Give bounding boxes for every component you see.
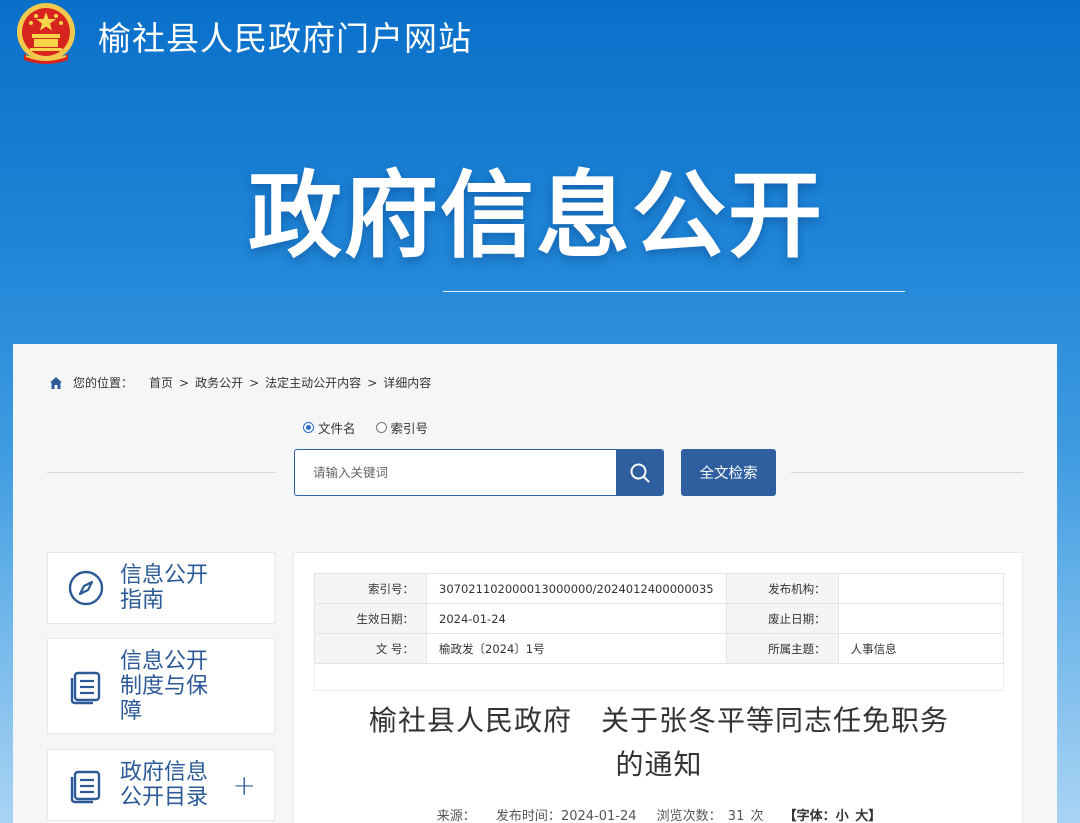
font-large-link[interactable]: 大 — [855, 809, 868, 823]
topic-value: 人事信息 — [837, 633, 1005, 664]
search-type-radios: 文件名 索引号 — [303, 418, 428, 437]
document-meta-table: 索引号： 307021102000013000000/2024012400000… — [314, 573, 1005, 664]
document-title: 榆社县人民政府 关于张冬平等同志任免职务 的通知 — [314, 699, 1004, 787]
document-title-line: 榆社县人民政府 关于张冬平等同志任免职务 — [368, 704, 949, 737]
effective-date-value: 2024-01-24 — [426, 603, 727, 634]
document-content: 索引号： 307021102000013000000/2024012400000… — [293, 552, 1023, 823]
publisher-value — [837, 573, 1005, 604]
radio-unchecked-icon[interactable] — [375, 422, 387, 433]
banner-divider — [443, 291, 905, 292]
sidebar-item-system[interactable]: 信息公开 制度与保障 — [47, 638, 275, 734]
document-info-bar: 来源： 发布时间：2024-01-24 浏览次数： 31 次 【字体：小 大】 — [314, 805, 1004, 823]
publish-date-value: 2024-01-24 — [560, 809, 637, 823]
doc-number-value: 榆政发〔2024〕1号 — [426, 633, 727, 664]
document-list-icon — [70, 671, 101, 705]
main-panel: 您的位置： 首页 > 政务公开 > 法定主动公开内容 > 详细内容 文件名 索引… — [13, 344, 1057, 823]
views-count: 31 — [727, 809, 745, 823]
table-row: 文 号： 榆政发〔2024〕1号 所属主题： 人事信息 — [314, 633, 1005, 664]
breadcrumb-separator: > — [367, 375, 378, 390]
source-label: 来源： — [436, 809, 476, 823]
document-title-line: 的通知 — [615, 748, 703, 781]
sidebar-item-label: 信息公开 指南 — [120, 563, 209, 613]
search-bar — [294, 449, 664, 496]
expire-date-value — [837, 603, 1005, 634]
divider-left — [47, 472, 275, 473]
radio-checked-icon[interactable] — [303, 422, 314, 433]
site-header: 榆社县人民政府门户网站 政府信息公开 — [0, 0, 1080, 340]
index-number-label: 索引号： — [314, 573, 427, 604]
meta-spacer — [314, 663, 1004, 691]
search-button[interactable] — [616, 450, 663, 495]
views-label: 浏览次数： — [656, 809, 722, 823]
search-input[interactable] — [295, 450, 616, 495]
font-small-link[interactable]: 小 — [836, 809, 849, 823]
expand-plus-icon[interactable]: + — [233, 769, 256, 802]
table-row: 生效日期： 2024-01-24 废止日期： — [314, 603, 1005, 634]
sidebar-item-label: 政府信息 公开目录 — [120, 760, 209, 810]
views-unit: 次 — [750, 809, 764, 823]
radio-index-label: 索引号 — [390, 421, 429, 436]
breadcrumb-home-link[interactable]: 首页 — [149, 374, 173, 391]
sidebar-item-catalog[interactable]: 政府信息 公开目录 + — [47, 749, 275, 821]
search-icon — [630, 463, 650, 483]
radio-filename-label: 文件名 — [318, 421, 356, 436]
breadcrumb-separator: > — [249, 375, 260, 390]
publisher-label: 发布机构： — [725, 573, 839, 604]
breadcrumb-prefix: 您的位置： — [73, 376, 134, 390]
font-size-close: 】 — [868, 809, 882, 823]
radio-index-number[interactable]: 索引号 — [375, 418, 429, 437]
breadcrumb-current: 详细内容 — [383, 376, 432, 390]
home-icon — [50, 376, 62, 389]
national-emblem-icon[interactable] — [14, 2, 78, 68]
publish-date-label: 发布时间： — [495, 809, 561, 823]
sidebar-item-guide[interactable]: 信息公开 指南 — [47, 552, 275, 624]
table-row: 索引号： 307021102000013000000/2024012400000… — [314, 573, 1005, 604]
sidebar-item-label: 信息公开 制度与保障 — [120, 648, 209, 724]
breadcrumb-gov-affairs-link[interactable]: 政务公开 — [195, 374, 243, 391]
index-number-value: 307021102000013000000/2024012400000035 — [426, 573, 727, 604]
banner-title: 政府信息公开 — [248, 162, 825, 271]
document-list-icon — [70, 770, 101, 804]
font-size-label: 【字体： — [783, 809, 836, 823]
fulltext-search-button[interactable]: 全文检索 — [681, 449, 776, 496]
divider-right — [791, 472, 1023, 473]
doc-number-label: 文 号： — [314, 633, 427, 664]
radio-filename[interactable]: 文件名 — [303, 418, 356, 437]
breadcrumb: 您的位置： 首页 > 政务公开 > 法定主动公开内容 > 详细内容 — [49, 374, 431, 391]
breadcrumb-disclosure-link[interactable]: 法定主动公开内容 — [265, 374, 361, 391]
breadcrumb-separator: > — [179, 375, 190, 390]
effective-date-label: 生效日期： — [314, 603, 427, 634]
compass-icon — [68, 570, 104, 606]
site-title[interactable]: 榆社县人民政府门户网站 — [98, 12, 472, 60]
expire-date-label: 废止日期： — [725, 603, 839, 634]
topic-label: 所属主题： — [725, 633, 839, 664]
